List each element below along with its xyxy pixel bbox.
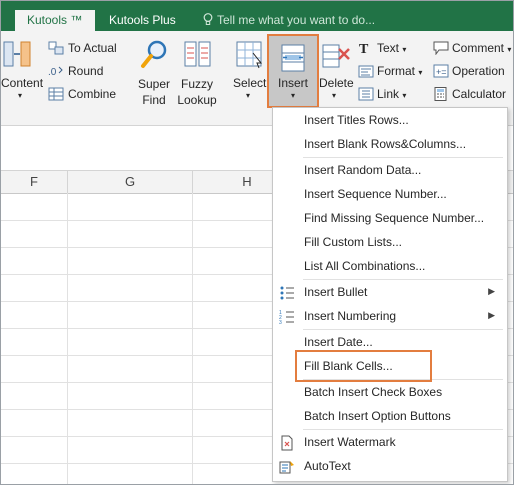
column-header-g[interactable]: G <box>68 171 193 193</box>
link-dropdown-arrow: ▾ <box>402 91 407 100</box>
menu-separator <box>303 279 503 280</box>
insert-button[interactable]: Insert ▾ <box>267 34 319 108</box>
operation-icon: += <box>433 64 449 78</box>
menu-item-insert-sequence-number[interactable]: Insert Sequence Number... <box>304 187 447 201</box>
super-find-label-2: Find <box>142 93 166 107</box>
round-button[interactable]: Round <box>68 64 103 78</box>
svg-text:.0: .0 <box>48 67 57 78</box>
combine-icon <box>48 87 64 101</box>
link-button[interactable]: Link ▾ <box>377 87 406 101</box>
menu-item-insert-numbering[interactable]: Insert Numbering <box>304 309 396 323</box>
format-icon <box>358 65 374 78</box>
tell-me-text: Tell me what you want to do... <box>217 13 376 27</box>
content-icon <box>3 41 31 67</box>
comment-icon <box>433 41 449 55</box>
insert-label: Insert <box>277 76 308 90</box>
calculator-button[interactable]: Calculator <box>452 87 506 101</box>
combine-button[interactable]: Combine <box>68 87 116 101</box>
insert-dropdown-menu: Insert Titles Rows... Insert Blank Rows&… <box>272 107 508 482</box>
text-button[interactable]: Text ▾ <box>377 41 406 55</box>
format-label: Format <box>377 64 416 78</box>
to-actual-button[interactable]: To Actual <box>68 41 117 55</box>
tab-kutools[interactable]: Kutools ™ <box>15 10 95 31</box>
menu-item-insert-date[interactable]: Insert Date... <box>304 335 373 349</box>
tell-me-box[interactable]: Tell me what you want to do... <box>203 10 375 31</box>
tab-kutools-plus[interactable]: Kutools Plus <box>109 10 176 31</box>
menu-item-insert-titles-rows[interactable]: Insert Titles Rows... <box>304 113 409 127</box>
menu-item-list-all-combinations[interactable]: List All Combinations... <box>304 259 425 273</box>
format-button[interactable]: Format ▾ <box>377 64 422 78</box>
fuzzy-lookup-label-2: Lookup <box>177 93 217 107</box>
content-dropdown-arrow[interactable]: ▾ <box>18 91 22 100</box>
select-dropdown-arrow[interactable]: ▾ <box>246 91 250 100</box>
link-label: Link <box>377 87 400 101</box>
delete-icon <box>322 44 350 68</box>
super-find-label-1: Super <box>137 77 171 91</box>
menu-item-autotext[interactable]: AutoText <box>304 459 351 473</box>
calculator-icon <box>434 87 447 101</box>
fuzzy-lookup-label-1: Fuzzy <box>180 77 213 91</box>
text-dropdown-arrow: ▾ <box>402 45 407 54</box>
fill-blank-cells-highlight <box>295 350 432 382</box>
comment-dropdown-arrow: ▾ <box>507 45 512 54</box>
super-find-icon <box>141 40 167 68</box>
super-find-button[interactable]: Super Find <box>133 76 175 108</box>
select-button[interactable]: Select <box>233 76 266 90</box>
menu-item-find-missing-sequence-number[interactable]: Find Missing Sequence Number... <box>304 211 484 225</box>
menu-item-batch-insert-option-buttons[interactable]: Batch Insert Option Buttons <box>304 409 451 423</box>
round-icon: .0 <box>48 66 63 78</box>
operation-button[interactable]: Operation <box>452 64 505 78</box>
autotext-icon <box>279 461 294 474</box>
column-line <box>192 193 193 484</box>
svg-text:T: T <box>359 42 369 55</box>
submenu-arrow-icon: ▶ <box>488 286 495 296</box>
fuzzy-lookup-button[interactable]: Fuzzy Lookup <box>175 76 219 108</box>
column-header-f[interactable]: F <box>1 171 68 193</box>
menu-item-batch-insert-check-boxes[interactable]: Batch Insert Check Boxes <box>304 385 442 399</box>
text-label: Text <box>377 41 400 55</box>
menu-separator <box>303 429 503 430</box>
submenu-arrow-icon: ▶ <box>488 310 495 320</box>
comment-label: Comment <box>452 41 505 55</box>
menu-separator <box>303 329 503 330</box>
format-dropdown-arrow: ▾ <box>418 68 423 77</box>
ribbon-tab-bar: Kutools ™ Kutools Plus Tell me what you … <box>1 1 513 31</box>
menu-item-fill-custom-lists[interactable]: Fill Custom Lists... <box>304 235 402 249</box>
delete-button[interactable]: Delete <box>319 76 354 90</box>
menu-separator <box>303 157 503 158</box>
watermark-icon <box>281 435 293 451</box>
lightbulb-icon <box>203 13 213 25</box>
comment-button[interactable]: Comment ▾ <box>452 41 511 55</box>
select-icon <box>236 41 263 69</box>
menu-item-insert-bullet[interactable]: Insert Bullet <box>304 285 367 299</box>
to-actual-icon <box>48 41 64 55</box>
insert-dropdown-arrow: ▾ <box>290 91 295 100</box>
svg-text:+=: += <box>436 67 447 77</box>
content-button[interactable]: Content <box>1 76 43 90</box>
bullet-list-icon <box>280 286 294 300</box>
insert-icon <box>281 44 305 72</box>
numbered-list-icon: 1 2 3 <box>279 310 294 325</box>
link-icon <box>358 87 374 101</box>
excel-window: Kutools ™ Kutools Plus Tell me what you … <box>0 0 514 485</box>
text-icon: T <box>359 42 369 55</box>
delete-dropdown-arrow[interactable]: ▾ <box>332 91 336 100</box>
svg-text:3: 3 <box>279 320 282 325</box>
column-line <box>67 193 68 484</box>
menu-item-insert-random-data[interactable]: Insert Random Data... <box>304 163 421 177</box>
fuzzy-lookup-icon <box>184 41 211 67</box>
menu-item-insert-blank-rows-columns[interactable]: Insert Blank Rows&Columns... <box>304 137 466 151</box>
menu-item-insert-watermark[interactable]: Insert Watermark <box>304 435 396 449</box>
